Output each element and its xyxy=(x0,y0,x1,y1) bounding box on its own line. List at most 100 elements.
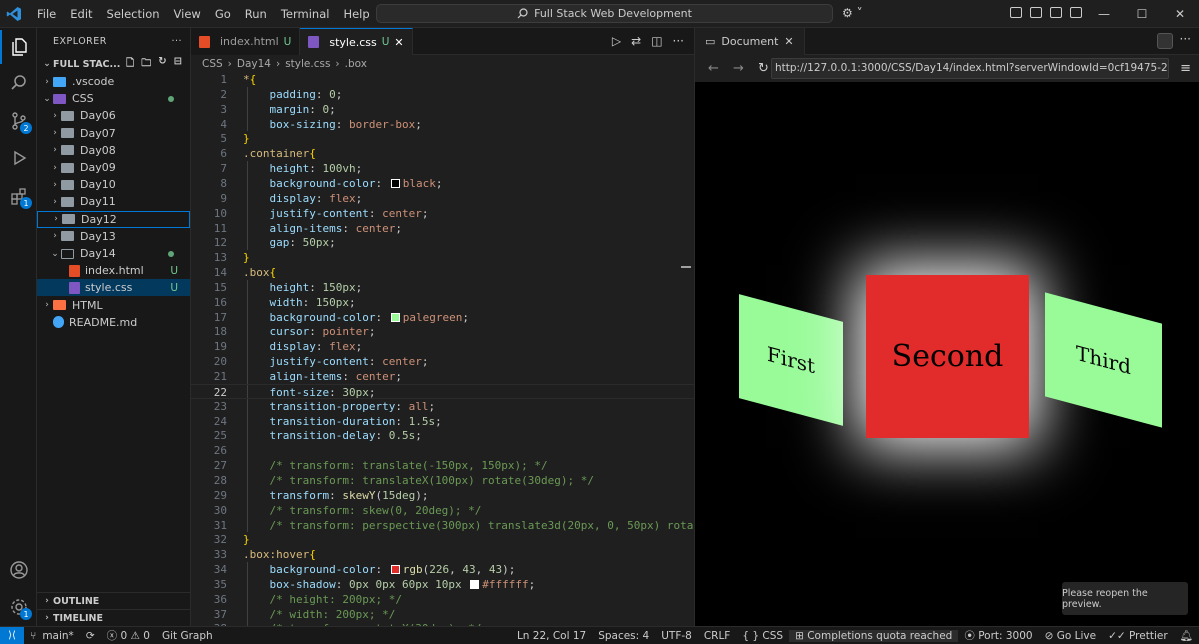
extensions-icon[interactable]: 1 xyxy=(0,179,37,213)
tree-item[interactable]: › HTML xyxy=(37,297,190,314)
color-swatch[interactable] xyxy=(390,312,400,322)
command-center[interactable]: Full Stack Web Development xyxy=(376,4,833,23)
tree-item[interactable]: › .vscode xyxy=(37,73,190,90)
explorer-icon[interactable] xyxy=(0,30,37,64)
close-tab-icon[interactable]: ✕ xyxy=(394,36,403,49)
tree-item[interactable]: README.md xyxy=(37,314,190,331)
source-control-icon[interactable]: 2 xyxy=(0,104,37,138)
tree-item-label: CSS xyxy=(72,92,94,106)
color-swatch[interactable] xyxy=(470,579,480,589)
tree-item[interactable]: › Day11 xyxy=(37,193,190,210)
branch-label[interactable]: main* xyxy=(42,630,80,642)
language-mode[interactable]: { } CSS xyxy=(736,630,789,642)
tree-item[interactable]: › Day12 xyxy=(37,210,190,228)
minimize-icon[interactable]: — xyxy=(1085,0,1123,28)
breadcrumb-item[interactable]: .box xyxy=(345,58,367,70)
line-number: 30 xyxy=(213,503,227,517)
more-actions-icon[interactable]: ··· xyxy=(673,34,684,48)
breadcrumb-item[interactable]: CSS xyxy=(202,58,223,70)
new-folder-icon[interactable]: 🗀 xyxy=(141,56,151,73)
prettier-status[interactable]: ✓✓ Prettier xyxy=(1102,630,1174,642)
cursor-position[interactable]: Ln 22, Col 17 xyxy=(511,630,592,642)
eol[interactable]: CRLF xyxy=(698,630,737,642)
settings-gear-icon[interactable]: 1 xyxy=(0,590,37,624)
layout-controls xyxy=(1010,7,1082,18)
tab-label: index.html xyxy=(220,35,279,48)
timeline-section[interactable]: › TIMELINE xyxy=(37,609,190,626)
notifications-icon[interactable]: 🔔︎ xyxy=(1174,629,1199,642)
back-icon[interactable]: ← xyxy=(701,61,726,76)
breadcrumb-item[interactable]: Day14 xyxy=(237,58,271,70)
color-swatch[interactable] xyxy=(390,565,400,575)
copilot-icon[interactable]: ⚙︎ ˅ xyxy=(842,6,863,20)
more-actions-icon[interactable]: ··· xyxy=(1180,32,1191,46)
line-number: 22 xyxy=(213,385,227,399)
folder-open-icon xyxy=(53,93,66,104)
sync-icon[interactable]: ⟳ xyxy=(80,630,101,642)
menu-icon[interactable]: ≡ xyxy=(1180,61,1191,76)
box-second[interactable]: Second xyxy=(866,275,1029,438)
menu-edit[interactable]: Edit xyxy=(63,0,99,28)
more-actions-icon[interactable]: ··· xyxy=(171,36,182,47)
encoding[interactable]: UTF-8 xyxy=(655,630,698,642)
tree-item[interactable]: › Day09 xyxy=(37,159,190,176)
box-first[interactable]: First xyxy=(739,294,843,426)
editor-tab[interactable]: index.html U xyxy=(191,28,301,55)
menu-terminal[interactable]: Terminal xyxy=(274,0,337,28)
copilot-status[interactable]: ⊞ Completions quota reached xyxy=(789,629,959,642)
search-activity-icon[interactable] xyxy=(0,66,37,100)
compare-icon[interactable]: ⇄ xyxy=(631,34,641,48)
port-status[interactable]: ⦿ Port: 3000 xyxy=(958,628,1038,643)
remote-icon[interactable]: ⟩⟨ xyxy=(0,626,24,644)
toggle-panel-icon[interactable] xyxy=(1030,7,1042,18)
line-number: 12 xyxy=(213,236,227,250)
workspace-row[interactable]: ⌄ FULL STAC... 🗋 🗀 ↻ ⊟ xyxy=(37,54,190,74)
problems-indicator[interactable]: ⓧ 0 ⚠ 0 xyxy=(101,628,156,643)
toggle-primary-sidebar-icon[interactable] xyxy=(1010,7,1022,18)
refresh-icon[interactable]: ↻ xyxy=(158,56,166,73)
close-icon[interactable]: ✕ xyxy=(1161,0,1199,28)
tree-item[interactable]: › Day07 xyxy=(37,125,190,142)
menu-help[interactable]: Help xyxy=(336,0,376,28)
url-bar[interactable]: http://127.0.0.1:3000/CSS/Day14/index.ht… xyxy=(771,58,1169,79)
code-line: 1 *{ xyxy=(191,72,694,87)
breadcrumb-item[interactable]: style.css xyxy=(285,58,330,70)
preview-tab[interactable]: ▭ Document ✕ xyxy=(695,27,805,55)
menu-go[interactable]: Go xyxy=(208,0,238,28)
collapse-all-icon[interactable]: ⊟ xyxy=(174,56,182,73)
menu-view[interactable]: View xyxy=(167,0,208,28)
editor-tab[interactable]: style.css U ✕ xyxy=(300,28,413,55)
close-tab-icon[interactable]: ✕ xyxy=(784,35,793,48)
outline-section[interactable]: › OUTLINE xyxy=(37,592,190,609)
box-first-label: First xyxy=(766,341,816,379)
split-editor-icon[interactable]: ◫ xyxy=(651,34,662,48)
tree-item[interactable]: ⌄ CSS xyxy=(37,90,190,107)
tree-item[interactable]: › Day13 xyxy=(37,228,190,245)
code-area[interactable]: 1 *{2 padding: 0; 3 margin: 0; 4 box-sizing… xyxy=(191,72,694,626)
tree-item[interactable]: style.css U xyxy=(37,279,190,297)
menu-selection[interactable]: Selection xyxy=(100,0,167,28)
box-third[interactable]: Third xyxy=(1045,292,1162,428)
lock-icon[interactable] xyxy=(1157,33,1173,49)
maximize-icon[interactable]: ☐ xyxy=(1123,0,1161,28)
run-debug-icon[interactable] xyxy=(0,141,37,175)
git-graph-button[interactable]: Git Graph xyxy=(156,630,219,642)
code-text: height: 100vh; xyxy=(269,162,363,176)
tree-item[interactable]: index.html U xyxy=(37,262,190,279)
customize-layout-icon[interactable] xyxy=(1070,7,1082,18)
tree-item[interactable]: › Day06 xyxy=(37,107,190,124)
color-swatch[interactable] xyxy=(390,178,400,188)
new-file-icon[interactable]: 🗋 xyxy=(126,56,134,73)
menu-run[interactable]: Run xyxy=(238,0,274,28)
toggle-secondary-sidebar-icon[interactable] xyxy=(1050,7,1062,18)
tree-item[interactable]: › Day08 xyxy=(37,142,190,159)
menu-file[interactable]: File xyxy=(30,0,63,28)
run-icon[interactable]: ▷ xyxy=(612,34,621,48)
indentation[interactable]: Spaces: 4 xyxy=(592,630,655,642)
forward-icon[interactable]: → xyxy=(726,61,751,76)
tree-item[interactable]: ⌄ Day14 xyxy=(37,245,190,262)
account-icon[interactable] xyxy=(0,553,37,587)
tree-item[interactable]: › Day10 xyxy=(37,176,190,193)
tab-status: U xyxy=(381,36,390,48)
go-live-button[interactable]: ⊘ Go Live xyxy=(1039,630,1102,642)
